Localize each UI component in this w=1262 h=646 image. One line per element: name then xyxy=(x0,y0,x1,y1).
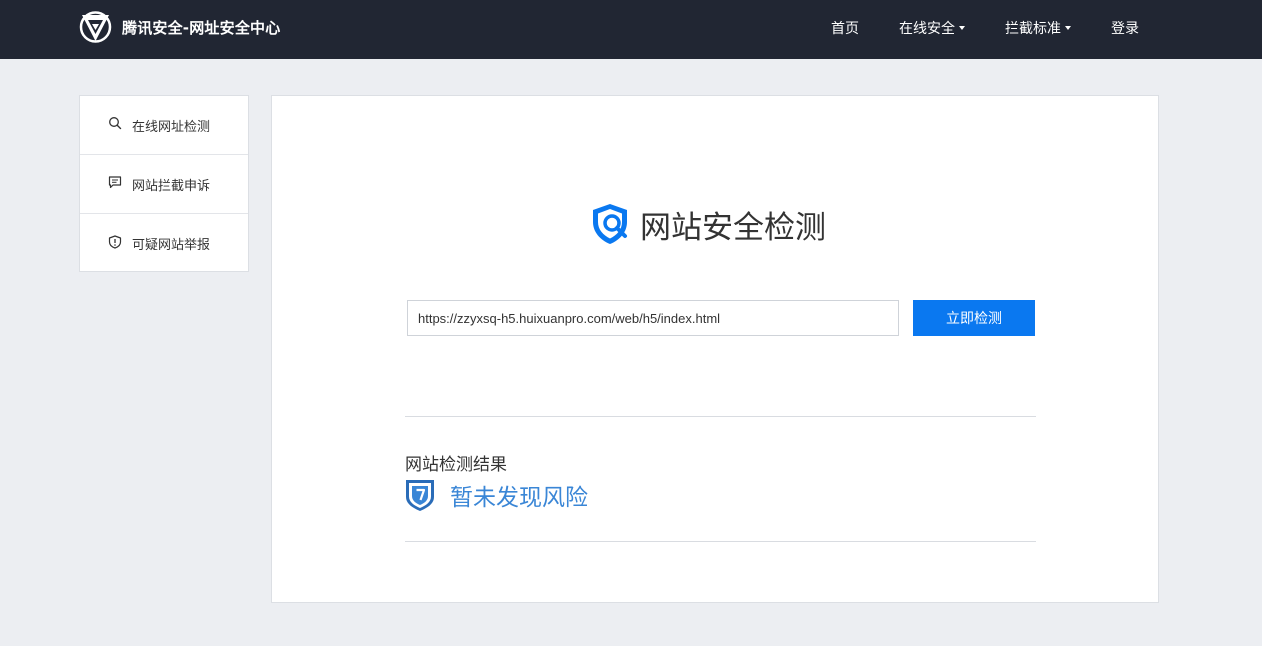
result-label: 网站检测结果 xyxy=(405,455,507,475)
caret-down-icon xyxy=(1065,25,1071,30)
check-now-button[interactable]: 立即检测 xyxy=(913,300,1035,336)
main-panel: 网站安全检测 立即检测 网站检测结果 暂未发现风险 xyxy=(271,95,1159,603)
divider xyxy=(405,416,1036,417)
shield-alert-icon xyxy=(108,234,132,253)
url-input[interactable] xyxy=(407,300,899,336)
shield-search-icon xyxy=(588,202,632,246)
sidebar-item-label: 可疑网站举报 xyxy=(132,238,211,253)
shield-question-icon xyxy=(405,478,435,512)
page-title: 网站安全检测 xyxy=(640,209,826,246)
chat-bubble-icon xyxy=(108,175,132,193)
search-icon xyxy=(108,116,132,134)
sidebar-item-label: 网站拦截申诉 xyxy=(132,178,211,194)
sidebar-item-url-check[interactable]: 在线网址检测 xyxy=(80,96,248,155)
nav-login[interactable]: 登录 xyxy=(1111,0,1139,55)
tencent-security-logo-icon xyxy=(79,10,112,44)
page-heading: 网站安全检测 xyxy=(588,202,826,246)
nav-online-security[interactable]: 在线安全 xyxy=(899,0,965,55)
sidebar-item-block-appeal[interactable]: 网站拦截申诉 xyxy=(80,155,248,214)
caret-down-icon xyxy=(959,25,965,30)
brand-title: 腾讯安全-网址安全中心 xyxy=(122,18,281,37)
nav-home[interactable]: 首页 xyxy=(831,0,859,55)
nav-block-standard-label: 拦截标准 xyxy=(1005,20,1061,37)
brand[interactable]: 腾讯安全-网址安全中心 xyxy=(79,10,280,44)
divider xyxy=(405,541,1036,542)
result-status: 暂未发现风险 xyxy=(405,478,588,512)
sidebar: 在线网址检测 网站拦截申诉 可疑网站举报 xyxy=(79,95,249,272)
top-navigation-bar: 腾讯安全-网址安全中心 首页 在线安全 拦截标准 登录 xyxy=(0,0,1262,59)
nav-online-security-label: 在线安全 xyxy=(899,20,955,37)
result-status-text: 暂未发现风险 xyxy=(450,485,588,511)
nav-home-label: 首页 xyxy=(831,20,859,37)
nav-block-standard[interactable]: 拦截标准 xyxy=(1005,0,1071,55)
sidebar-item-label: 在线网址检测 xyxy=(132,119,211,135)
sidebar-item-report[interactable]: 可疑网站举报 xyxy=(80,214,248,273)
nav-login-label: 登录 xyxy=(1111,20,1139,37)
